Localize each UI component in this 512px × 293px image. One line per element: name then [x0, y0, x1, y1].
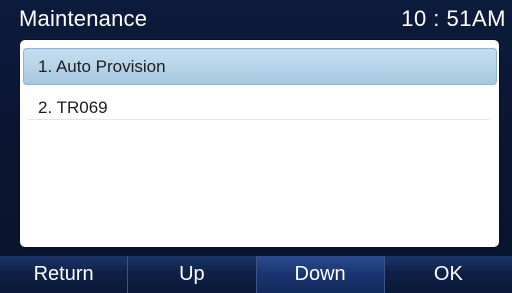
status-bar: Maintenance 10 : 51AM: [0, 0, 512, 36]
menu-item-label: 2. TR069: [38, 98, 108, 117]
up-softkey[interactable]: Up: [128, 256, 257, 293]
return-softkey[interactable]: Return: [0, 256, 129, 293]
screen-title: Maintenance: [19, 6, 148, 31]
menu-item-auto-provision[interactable]: 1. Auto Provision: [20, 48, 499, 88]
softkey-bar: Return Up Down OK: [0, 256, 512, 293]
divider: [28, 119, 490, 120]
down-softkey[interactable]: Down: [256, 256, 385, 293]
clock: 10 : 51AM: [401, 6, 506, 31]
menu-list: 1. Auto Provision 2. TR069: [20, 40, 499, 247]
menu-item-label: 1. Auto Provision: [38, 57, 166, 76]
ok-softkey[interactable]: OK: [384, 256, 512, 293]
menu-item-tr069[interactable]: 2. TR069: [20, 88, 499, 128]
phone-screen: Maintenance 10 : 51AM 1. Auto Provision …: [0, 0, 512, 293]
